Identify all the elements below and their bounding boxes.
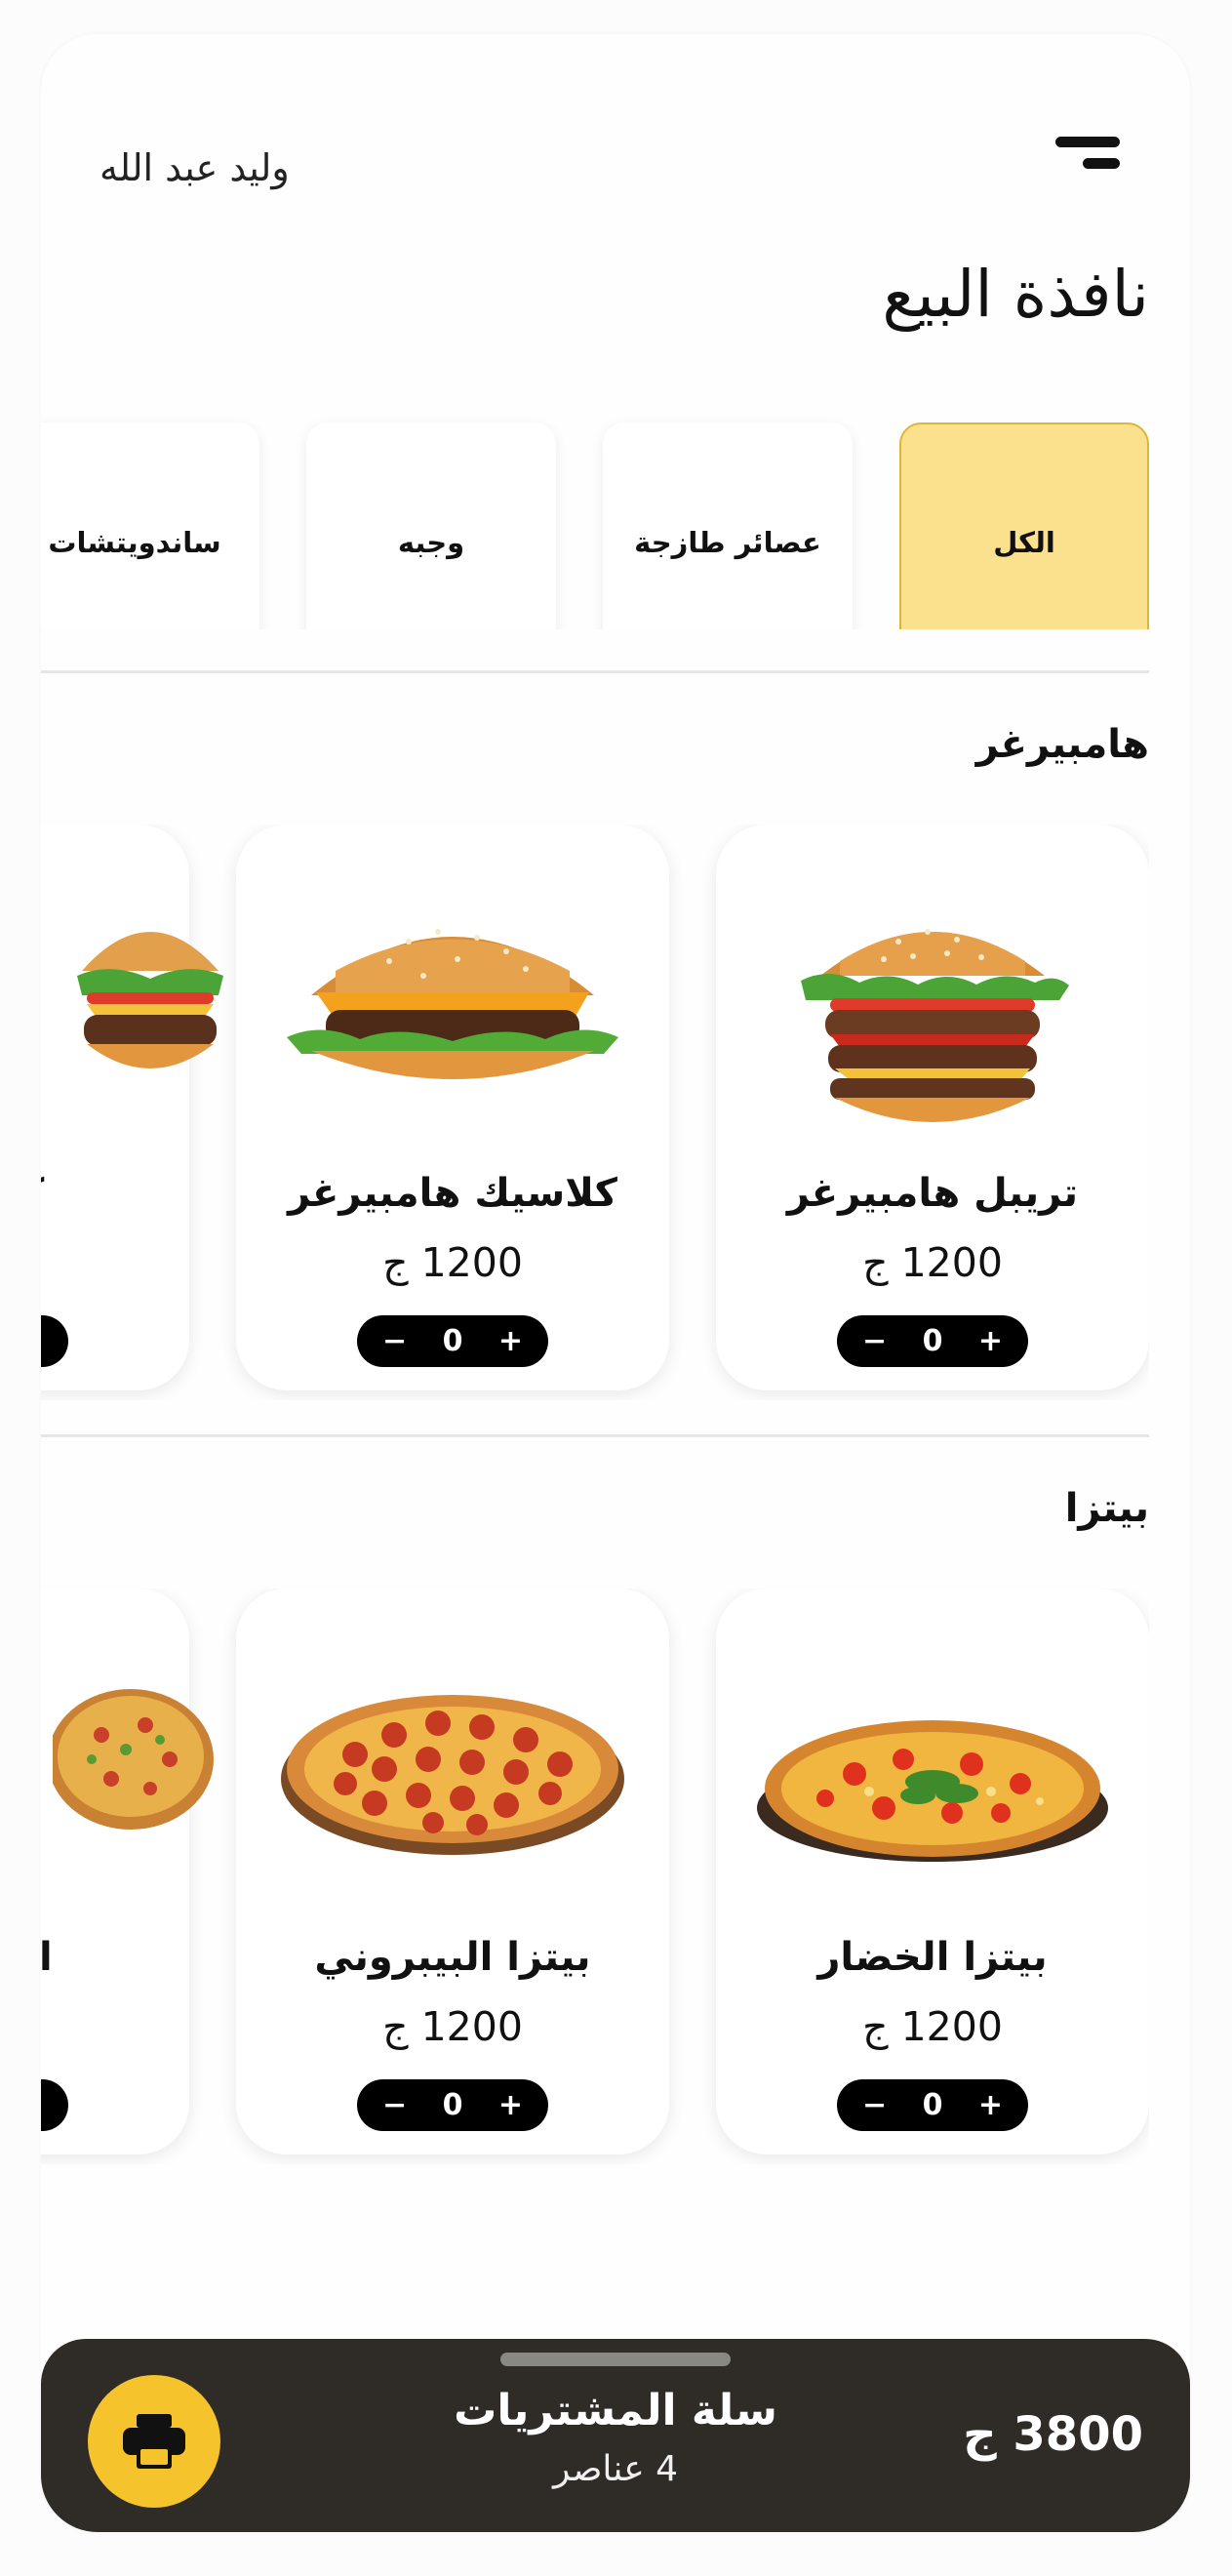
category-fresh-juices[interactable]: عصائر طازجة [603, 423, 853, 629]
product-price: 1200 ج [862, 1239, 1003, 1286]
decrement-button[interactable]: − [382, 1324, 407, 1358]
product-card[interactable]: بيتزا الخضار 1200 ج − 0 + [716, 1589, 1149, 2154]
category-all[interactable]: الكل [899, 423, 1149, 629]
quantity-stepper[interactable]: − 0 + [837, 2079, 1028, 2131]
section-title-pizza: بيتزا [1064, 1486, 1149, 1531]
product-card[interactable]: تريبل هامبيرغر 1200 ج − 0 + [716, 825, 1149, 1390]
quantity-value: 0 [442, 2088, 463, 2122]
product-name: بيتزا البيبروني [314, 1935, 591, 1980]
quantity-value: 0 [922, 1324, 943, 1358]
user-name: وليد عبد الله [99, 146, 290, 189]
product-card[interactable]: كلاسيك هامبيرغر 1200 ج − 0 + [236, 825, 669, 1390]
product-name: تريبل هامبيرغر [786, 1171, 1079, 1216]
decrement-button[interactable]: − [862, 1324, 887, 1358]
increment-button[interactable]: + [978, 2088, 1003, 2122]
pizza-image [48, 1667, 219, 1866]
pepperoni-pizza-image [277, 1667, 628, 1866]
quantity-value: 0 [922, 2088, 943, 2122]
product-name: البرتقال [41, 1935, 53, 1980]
drag-handle[interactable] [500, 2353, 731, 2366]
product-name: كلاسيك [41, 1171, 189, 1216]
decrement-button[interactable]: − [862, 2088, 887, 2122]
product-row-burgers[interactable]: تريبل هامبيرغر 1200 ج − 0 + كلاسيك هامبي… [41, 825, 1149, 1400]
cart-bar[interactable]: سلة المشتريات 4 عناصر 3800 ج [41, 2339, 1190, 2532]
classic-burger-image [282, 903, 623, 1102]
product-card[interactable]: بيتزا البيبروني 1200 ج − 0 + [236, 1589, 669, 2154]
product-row-pizza[interactable]: بيتزا الخضار 1200 ج − 0 + بيتزا البيبرون… [41, 1589, 1149, 2164]
category-meals[interactable]: وجبه [306, 423, 556, 629]
increment-button[interactable]: + [41, 1324, 43, 1358]
burger-image [72, 903, 228, 1102]
divider [41, 1434, 1149, 1437]
increment-button[interactable]: + [498, 1324, 523, 1358]
product-card[interactable]: كلاسيك − + [41, 825, 223, 1390]
category-strip[interactable]: الكل عصائر طازجة وجبه ساندويتشات [41, 385, 1149, 629]
page-title: نافذة البيع [882, 257, 1149, 332]
section-title-burgers: هامبيرغر [975, 722, 1149, 767]
pos-screen: وليد عبد الله نافذة البيع الكل عصائر طاز… [41, 34, 1190, 2532]
menu-icon[interactable] [1055, 137, 1120, 176]
quantity-stepper[interactable]: − 0 + [357, 1315, 548, 1367]
triple-burger-image [791, 903, 1074, 1141]
cart-total: 3800 ج [963, 2407, 1143, 2462]
quantity-stepper[interactable]: − + [41, 2079, 68, 2131]
increment-button[interactable]: + [978, 1324, 1003, 1358]
quantity-value: 0 [442, 1324, 463, 1358]
veggie-pizza-image [747, 1667, 1118, 1885]
increment-button[interactable]: + [498, 2088, 523, 2122]
product-name: كلاسيك هامبيرغر [288, 1171, 617, 1216]
quantity-stepper[interactable]: − + [41, 1315, 68, 1367]
quantity-stepper[interactable]: − 0 + [357, 2079, 548, 2131]
product-price: 1200 ج [382, 1239, 523, 1286]
decrement-button[interactable]: − [382, 2088, 407, 2122]
quantity-stepper[interactable]: − 0 + [837, 1315, 1028, 1367]
product-price: 1200 ج [862, 2003, 1003, 2050]
increment-button[interactable]: + [41, 2088, 43, 2122]
product-card[interactable]: البرتقال − + [41, 1589, 214, 2154]
divider [41, 670, 1149, 673]
product-price: 1200 ج [382, 2003, 523, 2050]
category-sandwiches[interactable]: ساندويتشات [41, 423, 259, 629]
product-name: بيتزا الخضار [817, 1935, 1048, 1980]
